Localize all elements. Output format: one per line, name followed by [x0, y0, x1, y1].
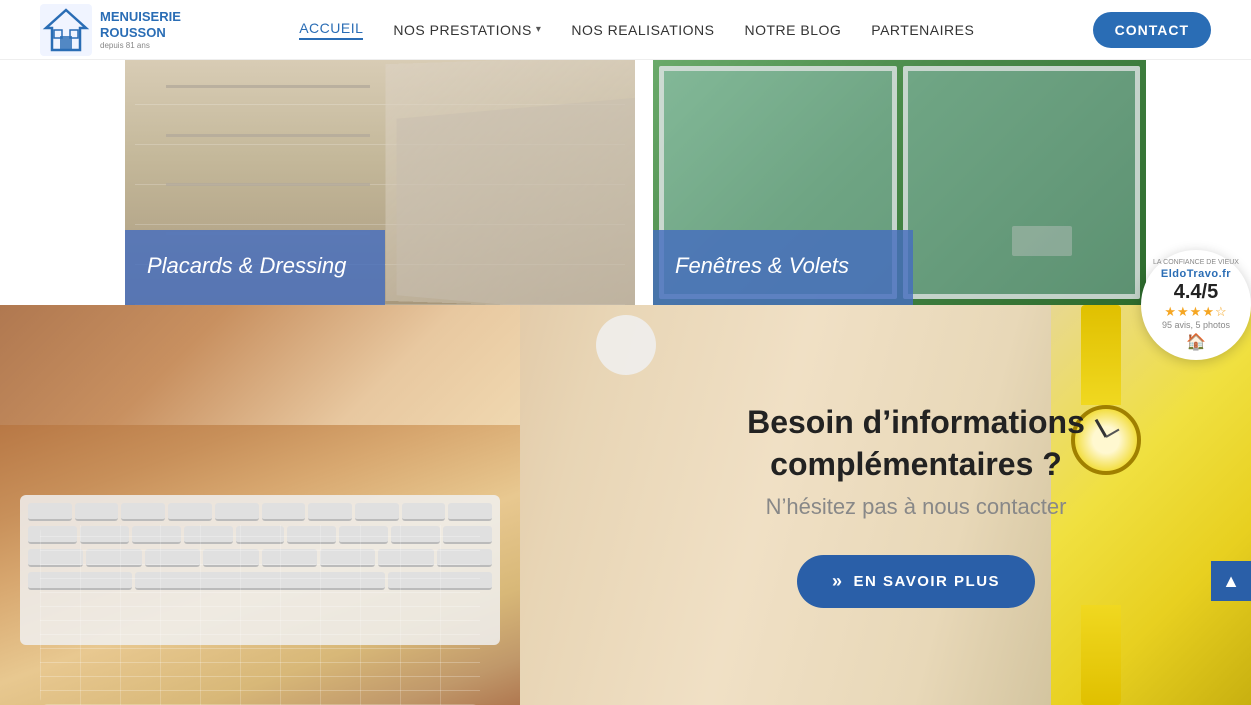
logo-text: MENUISERIE ROUSSON depuis 81 ans — [100, 9, 181, 49]
mouse-device — [596, 315, 656, 375]
cta-content: Besoin d’informations complémentaires ? … — [601, 402, 1251, 607]
eldo-stars: ★★★★☆ — [1164, 304, 1227, 320]
gallery-label-fenetres: Fenêtres & Volets — [653, 230, 913, 305]
nav-realisations[interactable]: NOS REALISATIONS — [571, 22, 714, 38]
site-header: MENUISERIE ROUSSON depuis 81 ans ACCUEIL… — [0, 0, 1251, 60]
nav-accueil[interactable]: ACCUEIL — [299, 20, 363, 40]
contact-button[interactable]: CONTACT — [1093, 12, 1211, 48]
logo-area[interactable]: MENUISERIE ROUSSON depuis 81 ans — [40, 4, 181, 56]
scroll-top-button[interactable]: ▲ — [1211, 561, 1251, 601]
btn-arrows-icon: » — [832, 571, 844, 592]
cta-section: Besoin d’informations complémentaires ? … — [0, 305, 1251, 705]
gallery-row: Placards & Dressing Fenêtres & Volets — [0, 60, 1251, 305]
eldo-house-icon: 🏠 — [1186, 332, 1206, 352]
gallery-label-placards: Placards & Dressing — [125, 230, 385, 305]
logo-icon — [40, 4, 92, 56]
eldo-badge[interactable]: LA CONFIANCE DE VIEUX EldoTravo.fr 4.4/5… — [1141, 250, 1251, 360]
scroll-top-icon: ▲ — [1222, 571, 1240, 592]
nav-prestations[interactable]: NOS PRESTATIONS ▾ — [393, 22, 541, 38]
cta-btn-label: EN SAVOIR PLUS — [853, 573, 1000, 590]
main-nav: ACCUEIL NOS PRESTATIONS ▾ NOS REALISATIO… — [299, 20, 974, 40]
keyboard-image — [0, 305, 520, 705]
gallery-item-fenetres[interactable]: Fenêtres & Volets — [653, 60, 1146, 305]
chevron-down-icon: ▾ — [536, 24, 542, 35]
nav-blog[interactable]: NOTRE BLOG — [744, 22, 841, 38]
eldo-logo: EldoTravo.fr — [1161, 268, 1231, 280]
eldo-trust-text: LA CONFIANCE DE VIEUX — [1153, 258, 1239, 267]
eldo-reviews: 95 avis, 5 photos — [1162, 320, 1230, 330]
cta-subtitle: N’hésitez pas à nous contacter — [661, 494, 1171, 520]
nav-partenaires[interactable]: PARTENAIRES — [871, 22, 974, 38]
cta-button[interactable]: » EN SAVOIR PLUS — [797, 555, 1035, 608]
gallery-item-placards[interactable]: Placards & Dressing — [125, 60, 635, 305]
eldo-rating: 4.4/5 — [1174, 280, 1218, 304]
cta-title: Besoin d’informations complémentaires ? — [661, 402, 1171, 485]
